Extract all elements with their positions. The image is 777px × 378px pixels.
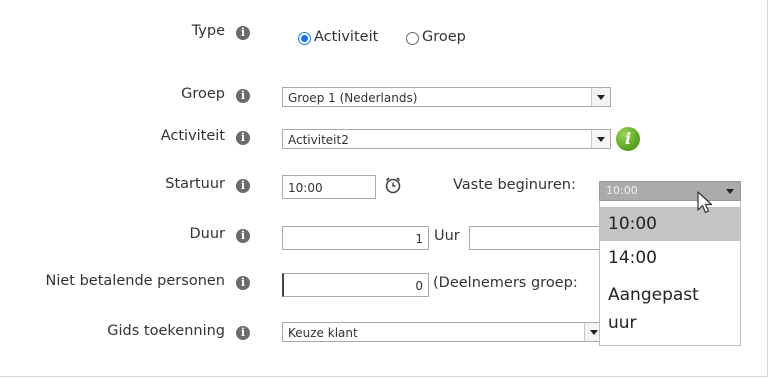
radio-groep[interactable]: [406, 32, 419, 45]
deelnemers-groep-label: (Deelnemers groep:: [433, 275, 578, 291]
niet-betalende-label: Niet betalende personen: [45, 273, 225, 289]
startuur-input[interactable]: 10:00: [282, 175, 376, 199]
info-icon[interactable]: i: [236, 26, 250, 40]
duur-value: 1: [415, 232, 423, 246]
mouse-cursor-icon: [696, 190, 716, 220]
green-info-icon[interactable]: i: [616, 127, 640, 151]
dropdown-option[interactable]: 14:00: [600, 241, 740, 275]
info-icon[interactable]: i: [236, 229, 250, 243]
dropdown-option[interactable]: Aangepast uur: [600, 281, 720, 337]
gids-select-value: Keuze klant: [288, 326, 358, 340]
vaste-beginuren-label: Vaste beginuren:: [453, 177, 576, 193]
vaste-beginuren-select-value: 10:00: [606, 184, 638, 197]
form-panel: Type i Activiteit Groep Groep i Groep 1 …: [0, 0, 768, 377]
gids-select[interactable]: Keuze klant: [282, 322, 604, 342]
info-icon[interactable]: i: [236, 179, 250, 193]
duur-extra-input[interactable]: [469, 226, 601, 250]
duur-label: Duur: [189, 226, 225, 242]
radio-activiteit[interactable]: [298, 32, 311, 45]
activiteit-select[interactable]: Activiteit2: [282, 129, 611, 149]
gids-toekenning-label: Gids toekenning: [107, 323, 225, 339]
radio-activiteit-label[interactable]: Activiteit: [314, 29, 378, 45]
chevron-down-icon[interactable]: [591, 130, 610, 148]
activiteit-label: Activiteit: [160, 128, 225, 144]
chevron-down-icon[interactable]: [591, 88, 610, 106]
info-icon[interactable]: i: [236, 326, 250, 340]
vaste-beginuren-select[interactable]: 10:00: [599, 181, 741, 201]
startuur-value: 10:00: [288, 181, 323, 195]
dropdown-option[interactable]: 10:00: [600, 207, 740, 241]
duur-unit-label: Uur: [434, 228, 460, 244]
info-icon[interactable]: i: [236, 276, 250, 290]
alarm-clock-icon[interactable]: [383, 175, 403, 199]
niet-betalende-input[interactable]: 0: [282, 273, 429, 297]
duur-input[interactable]: 1: [282, 226, 429, 250]
niet-betalende-value: 0: [415, 279, 423, 293]
activiteit-select-value: Activiteit2: [288, 133, 349, 147]
startuur-label: Startuur: [165, 176, 225, 192]
type-label: Type: [191, 23, 225, 39]
groep-select-value: Groep 1 (Nederlands): [288, 91, 418, 105]
chevron-down-icon[interactable]: [726, 189, 734, 194]
groep-select[interactable]: Groep 1 (Nederlands): [282, 87, 611, 107]
info-icon[interactable]: i: [236, 131, 250, 145]
vaste-beginuren-dropdown-list: 10:00 14:00 Aangepast uur: [599, 201, 741, 346]
groep-label: Groep: [181, 86, 225, 102]
info-icon[interactable]: i: [236, 89, 250, 103]
radio-groep-label[interactable]: Groep: [422, 29, 466, 45]
